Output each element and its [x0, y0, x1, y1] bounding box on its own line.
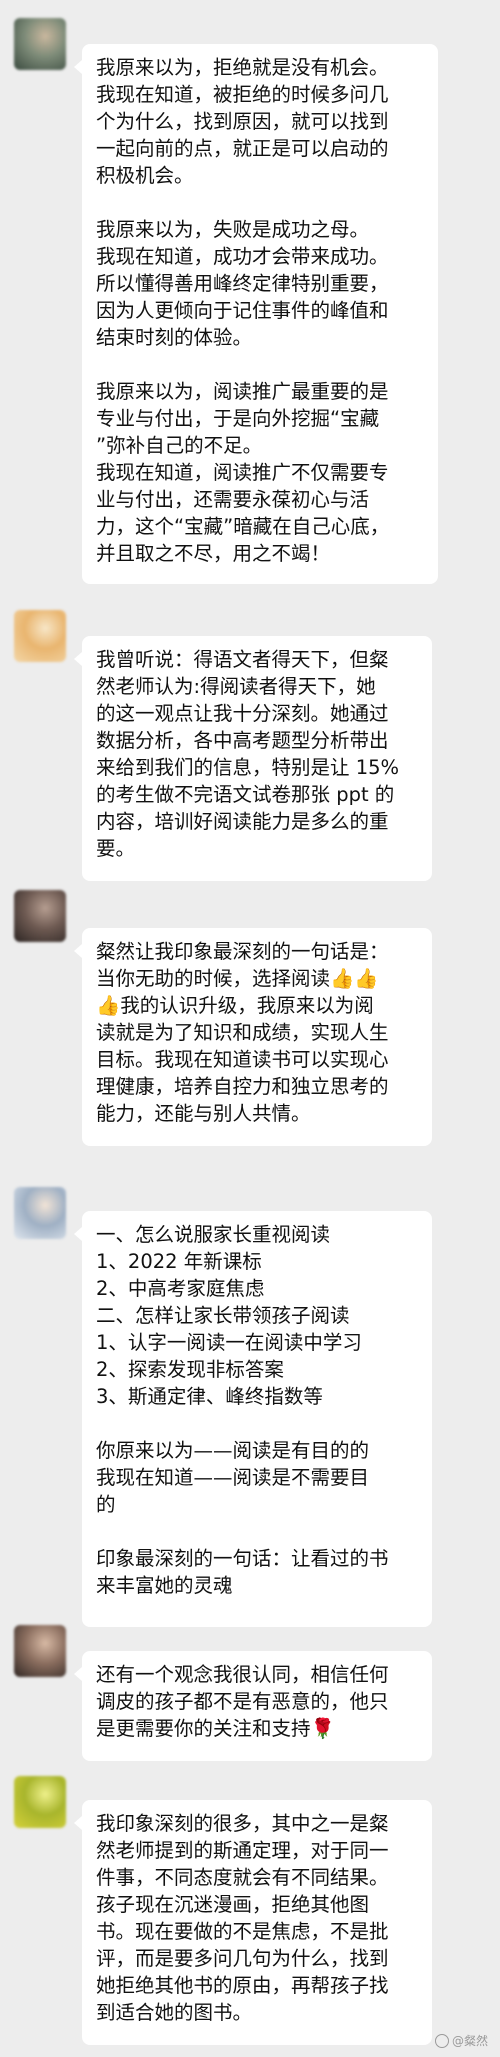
message-line: 1、认字一阅读一在阅读中学习 [96, 1331, 362, 1354]
message-line: 所以懂得善用峰终定律特别重要， [96, 272, 389, 295]
message-line: 能力，还能与别人共情。 [96, 1102, 311, 1125]
message-line: 调皮的孩子都不是有恶意的，他只 [96, 1690, 389, 1713]
watermark: @粲然 [434, 2032, 488, 2049]
avatar[interactable] [14, 1625, 66, 1677]
message-line: 书。现在要做的不是焦虑，不是批 [96, 1920, 389, 1943]
message-bubble[interactable]: 还有一个观念我很认同，相信任何 调皮的孩子都不是有恶意的，他只 是更需要你的关注和支… [74, 1651, 432, 1761]
avatar[interactable] [14, 610, 66, 662]
message-line: 数据分析，各中高考题型分析带出 [96, 729, 389, 752]
avatar[interactable] [14, 18, 66, 70]
message-line: 3、斯通定律、峰终指数等 [96, 1385, 323, 1408]
message-line: 我原来以为，阅读推广最重要的是 [96, 380, 389, 403]
avatar[interactable] [14, 1187, 66, 1239]
message-line: 力，这个“宝藏”暗藏在自己心底， [96, 515, 390, 538]
message-line: 要。 [96, 837, 136, 860]
message-line: 我现在知道，阅读推广不仅需要专 [96, 461, 389, 484]
message-line: 我曾听说：得语文者得天下，但粲 [96, 648, 389, 671]
message-line: 还有一个观念我很认同，相信任何 [96, 1663, 389, 1686]
watermark-text: @粲然 [451, 2034, 488, 2048]
message-line: 一起向前的点，就正是可以启动的 [96, 137, 389, 160]
weibo-logo-icon [434, 2034, 449, 2048]
message-line: 的 [96, 1493, 116, 1516]
message-line: 是更需要你的关注和支持🌹 [96, 1717, 335, 1740]
message-line: 个为什么，找到原因，就可以找到 [96, 110, 389, 133]
message-line: 我现在知道，被拒绝的时候多问几 [96, 83, 389, 106]
message-line: 然老师提到的斯通定理，对于同一 [96, 1839, 389, 1862]
message-line: 我现在知道——阅读是不需要目 [96, 1466, 370, 1489]
message-line: 理健康，培养自控力和独立思考的 [96, 1075, 389, 1098]
message-line: 印象最深刻的一句话：让看过的书 [96, 1547, 389, 1570]
message-line: 来给到我们的信息，特别是让 15% [96, 756, 400, 779]
message-line: 的这一观点让我十分深刻。她通过 [96, 702, 389, 725]
message-bubble[interactable]: 一、怎么说服家长重视阅读 1、2022 年新课标 2、中高考家庭焦虑二、怎样让家长带… [74, 1211, 432, 1627]
message-bubble[interactable]: 粲然让我印象最深刻的一句话是： 当你无助的时候，选择阅读👍👍 👍我的认识升级，我原来… [74, 928, 432, 1146]
message-line: 件事，不同态度就会有不同结果。 [96, 1866, 389, 1889]
message-line: 目标。我现在知道读书可以实现心 [96, 1048, 389, 1071]
message-line: 2、探索发现非标答案 [96, 1358, 284, 1381]
message-line: 孩子现在沉迷漫画，拒绝其他图 [96, 1893, 370, 1916]
message-line: 2、中高考家庭焦虑 [96, 1277, 265, 1300]
message-line: 专业与付出，于是向外挖掘“宝藏 [96, 407, 380, 430]
message-line: 的考生做不完语文试卷那张 ppt 的 [96, 783, 395, 806]
message-line: 我现在知道，成功才会带来成功。 [96, 245, 389, 268]
message-line: 然老师认为:得阅读者得天下，她 [96, 675, 376, 698]
message-line: 一、怎么说服家长重视阅读 [96, 1223, 331, 1246]
message-bubble[interactable]: 我印象深刻的很多，其中之一是粲 然老师提到的斯通定理，对于同一 件事，不同态度就会有… [74, 1800, 432, 2045]
message-line: 业与付出，还需要永葆初心与活 [96, 488, 370, 511]
message-line: 她拒绝其他书的原由，再帮孩子找 [96, 1974, 389, 1997]
message-line: 积极机会。 [96, 164, 194, 187]
message-bubble[interactable]: 我曾听说：得语文者得天下，但粲 然老师认为:得阅读者得天下，她 的这一观点让我十分深… [74, 636, 432, 881]
message-line: 因为人更倾向于记住事件的峰值和 [96, 299, 389, 322]
message-line: 结束时刻的体验。 [96, 326, 253, 349]
message-line: 我原来以为，拒绝就是没有机会。 [96, 56, 389, 79]
avatar[interactable] [14, 890, 66, 942]
message-line: 👍我的认识升级，我原来以为阅 [96, 994, 374, 1017]
message-line: 当你无助的时候，选择阅读👍👍 [96, 967, 379, 990]
message-line: 我印象深刻的很多，其中之一是粲 [96, 1812, 389, 1835]
message-line: 并且取之不尽，用之不竭！ [96, 542, 331, 565]
message-line: 到适合她的图书。 [96, 2001, 253, 2024]
message-line: 我原来以为，失败是成功之母。 [96, 218, 370, 241]
message-line: 二、怎样让家长带领孩子阅读 [96, 1304, 350, 1327]
message-line: 粲然让我印象最深刻的一句话是： [96, 940, 389, 963]
message-line: 你原来以为——阅读是有目的的 [96, 1439, 370, 1462]
message-line: 读就是为了知识和成绩，实现人生 [96, 1021, 389, 1044]
avatar[interactable] [14, 1776, 66, 1828]
message-line: 评，而是要多问几句为什么，找到 [96, 1947, 389, 1970]
message-bubble[interactable]: 我原来以为，拒绝就是没有机会。 我现在知道，被拒绝的时候多问几 个为什么，找到原因，… [74, 44, 438, 584]
message-line: ”弥补自己的不足。 [96, 434, 263, 457]
message-line: 1、2022 年新课标 [96, 1250, 262, 1273]
message-line: 来丰富她的灵魂 [96, 1574, 233, 1597]
message-line: 内容，培训好阅读能力是多么的重 [96, 810, 389, 833]
